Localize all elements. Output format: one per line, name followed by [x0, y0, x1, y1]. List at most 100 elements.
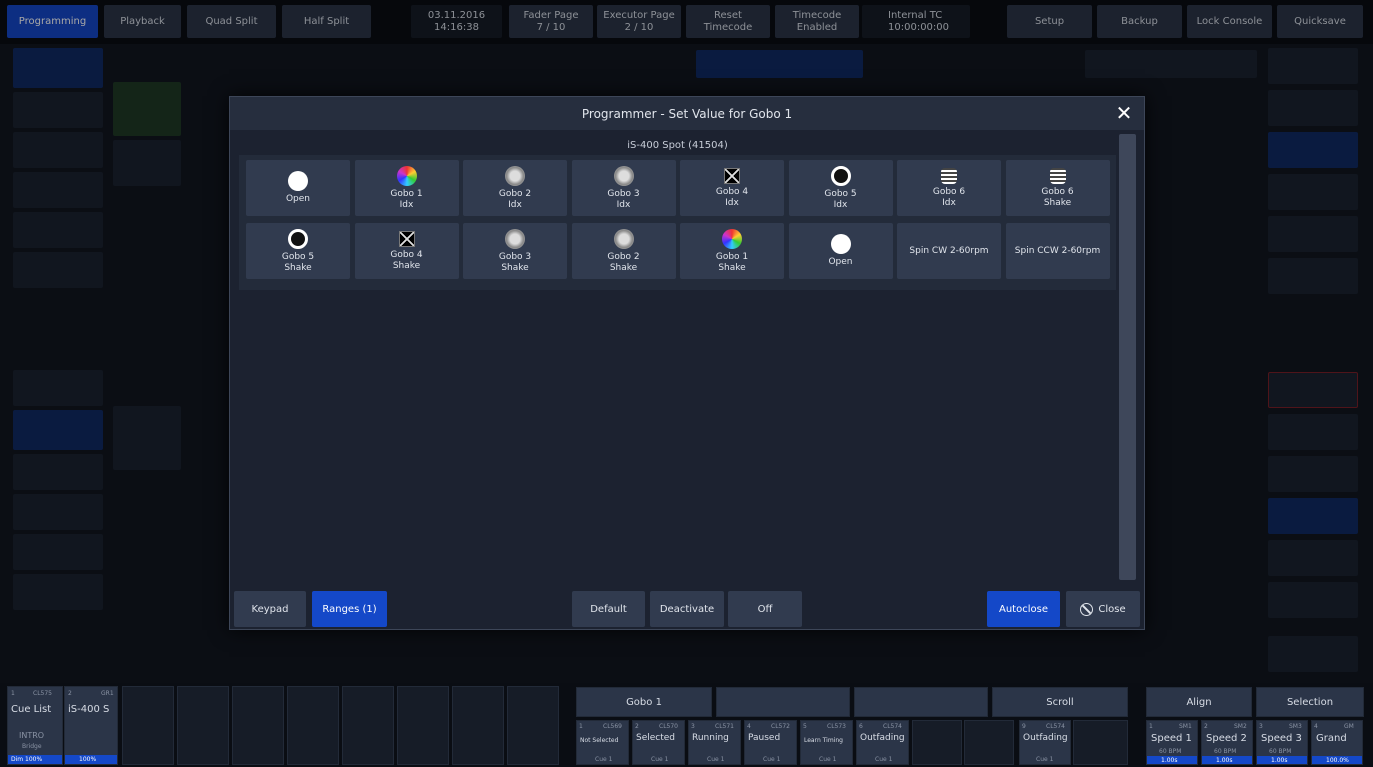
dialog-scrollbar[interactable]	[1119, 134, 1136, 580]
default-button[interactable]: Default	[572, 591, 645, 627]
gobo-value-cell[interactable]: Gobo 3 Shake	[463, 223, 567, 279]
speed-id: SM3	[1289, 723, 1302, 730]
executor-label: Paused	[748, 733, 781, 743]
gobo-value-cell[interactable]: Gobo 2 Shake	[571, 223, 676, 279]
executor-cue: Cue 1	[1036, 756, 1054, 763]
empty-executor[interactable]	[964, 720, 1014, 765]
cell-label: Gobo 4	[390, 250, 423, 261]
executor-cue: Cue 1	[763, 756, 781, 763]
color-gobo-icon	[722, 229, 742, 250]
cell-label: Gobo 5	[281, 252, 315, 263]
executor-9[interactable]: 9 CL574 Outfading Cue 1	[1019, 720, 1071, 765]
cell-sublabel: Idx	[725, 197, 739, 208]
cell-label: Open	[285, 194, 311, 205]
speed-bpm: 60 BPM	[1159, 748, 1182, 755]
executor-label: Selected	[636, 733, 676, 743]
cuelist-dim-bar: Dim 100%	[8, 755, 62, 764]
speed-value: 1.00s	[1161, 757, 1178, 764]
group-level: 100%	[79, 756, 97, 763]
cancel-circle-icon	[1080, 602, 1094, 616]
speed-master-1[interactable]: 1 SM1 Speed 1 60 BPM 1.00s	[1146, 720, 1198, 765]
empty-executor[interactable]	[912, 720, 962, 765]
empty-executor[interactable]	[1073, 720, 1128, 765]
gobo-1-label: Gobo 1	[626, 696, 662, 708]
speed-bpm: 60 BPM	[1269, 748, 1292, 755]
speed-master-2[interactable]: 2 SM2 Speed 2 60 BPM 1.00s	[1201, 720, 1253, 765]
executor-cue: Cue 1	[875, 756, 893, 763]
ranges-button[interactable]: Ranges (1)	[312, 591, 387, 627]
gobo-1-button[interactable]: Gobo 1	[576, 687, 712, 717]
texture-gobo-icon	[505, 229, 525, 250]
cell-sublabel: Shake	[501, 262, 529, 273]
encoder-3-button[interactable]	[854, 687, 988, 717]
empty-playback[interactable]	[232, 686, 284, 765]
gobo-value-cell[interactable]: Gobo 6 Idx	[897, 160, 1001, 216]
gobo-value-cell[interactable]: Gobo 4 Shake	[354, 223, 459, 279]
speed-number: 3	[1259, 723, 1263, 730]
empty-playback[interactable]	[122, 686, 174, 765]
autoclose-button[interactable]: Autoclose	[987, 591, 1060, 627]
fixture-header: iS-400 Spot (41504)	[627, 139, 728, 151]
cuelist-dim: Dim 100%	[11, 756, 43, 763]
keypad-button[interactable]: Keypad	[234, 591, 306, 627]
star-gobo-icon	[724, 168, 740, 185]
executor-1[interactable]: 1 CL569 Not Selected Cue 1	[576, 720, 629, 765]
speed-label: Speed 2	[1206, 733, 1247, 744]
gobo-value-cell[interactable]: Gobo 2 Idx	[463, 160, 567, 216]
deactivate-label: Deactivate	[659, 603, 715, 615]
executor-6[interactable]: 6 CL574 Outfading Cue 1	[856, 720, 909, 765]
cell-label: Gobo 2	[498, 189, 532, 200]
close-icon[interactable]: ✕	[1112, 101, 1136, 125]
gobo-value-cell[interactable]: Spin CW 2-60rpm	[897, 223, 1001, 279]
executor-4[interactable]: 4 CL572 Paused Cue 1	[744, 720, 797, 765]
cell-sublabel: Shake	[284, 262, 312, 273]
texture-gobo-icon	[505, 166, 525, 187]
gobo-value-cell[interactable]: Spin CCW 2-60rpm	[1005, 223, 1110, 279]
keypad-label: Keypad	[251, 603, 289, 615]
gobo-value-cell[interactable]: Gobo 3 Idx	[571, 160, 676, 216]
encoder-2-button[interactable]	[716, 687, 850, 717]
executor-5[interactable]: 5 CL573 Learn Timing Cue 1	[800, 720, 853, 765]
empty-playback[interactable]	[177, 686, 229, 765]
empty-playback[interactable]	[397, 686, 449, 765]
speed-master-4[interactable]: 4 GM Grand 100.0%	[1311, 720, 1363, 765]
executor-label: Outfading	[860, 733, 905, 743]
group-playback[interactable]: 2 GR1 iS-400 S 100%	[64, 686, 118, 765]
selection-label: Selection	[1286, 696, 1334, 708]
align-button[interactable]: Align	[1146, 687, 1252, 717]
gobo-value-cell[interactable]: Gobo 6 Shake	[1005, 160, 1110, 216]
group-level-bar: 100%	[65, 755, 117, 764]
gobo-value-cell[interactable]: Gobo 4 Idx	[680, 160, 784, 216]
speed-master-3[interactable]: 3 SM3 Speed 3 60 BPM 1.00s	[1256, 720, 1308, 765]
gobo-value-cell[interactable]: Gobo 5 Idx	[788, 160, 893, 216]
executor-number: 4	[747, 723, 751, 730]
scroll-button[interactable]: Scroll	[992, 687, 1128, 717]
empty-playback[interactable]	[287, 686, 339, 765]
off-label: Off	[757, 603, 773, 615]
cell-sublabel: Idx	[833, 199, 848, 210]
close-button[interactable]: Close	[1066, 591, 1140, 627]
speed-label: Speed 1	[1151, 733, 1192, 744]
speed-label: Grand	[1316, 733, 1347, 744]
gobo-value-cell[interactable]: Gobo 1 Idx	[354, 160, 459, 216]
executor-label: Running	[692, 733, 729, 743]
executor-3[interactable]: 3 CL571 Running Cue 1	[688, 720, 741, 765]
executor-number: 1	[579, 723, 583, 730]
color-gobo-icon	[396, 166, 417, 187]
off-button[interactable]: Off	[728, 591, 802, 627]
empty-playback[interactable]	[342, 686, 394, 765]
empty-playback[interactable]	[452, 686, 504, 765]
stripe-gobo-icon	[1049, 168, 1066, 185]
empty-playback[interactable]	[507, 686, 559, 765]
speed-bpm: 60 BPM	[1214, 748, 1237, 755]
gobo-value-cell[interactable]: Open	[246, 160, 350, 216]
gobo-value-cell[interactable]: Gobo 5 Shake	[246, 223, 350, 279]
executor-number: 3	[691, 723, 695, 730]
deactivate-button[interactable]: Deactivate	[650, 591, 724, 627]
executor-label: Outfading	[1023, 733, 1068, 743]
gobo-value-cell[interactable]: Open	[788, 223, 893, 279]
executor-2[interactable]: 2 CL570 Selected Cue 1	[632, 720, 685, 765]
selection-button[interactable]: Selection	[1256, 687, 1364, 717]
gobo-value-cell[interactable]: Gobo 1 Shake	[680, 223, 784, 279]
cuelist-playback[interactable]: 1 CL575 Cue List INTRO Bridge Dim 100%	[7, 686, 63, 765]
